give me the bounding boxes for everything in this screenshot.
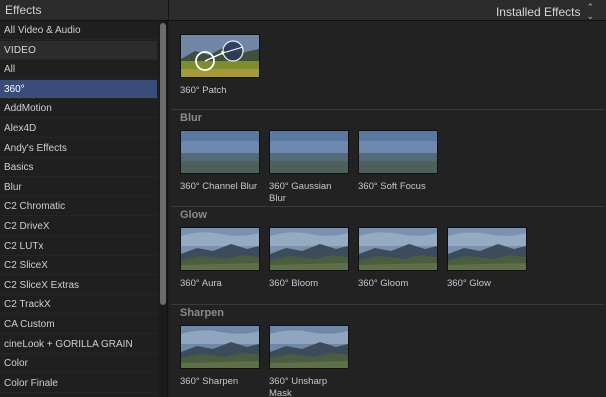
effect-tile-360-sharpen[interactable]: 360° Sharpen: [180, 325, 260, 388]
sidebar-item-all-video-audio[interactable]: All Video & Audio: [0, 21, 157, 40]
sidebar-section-video: VIDEO: [0, 40, 157, 60]
sidebar-item-color-finale[interactable]: Color Finale: [0, 374, 157, 393]
effect-tile-360-soft-focus[interactable]: 360° Soft Focus: [358, 130, 438, 193]
section-divider: [171, 304, 604, 305]
effect-tile-360-gaussian-blur[interactable]: 360° Gaussian Blur: [269, 130, 349, 205]
section-divider: [171, 109, 604, 110]
effect-label: 360° Aura: [180, 278, 222, 289]
effect-thumbnail: [180, 227, 260, 271]
panel-title: Effects: [5, 3, 42, 17]
effect-thumbnail: [180, 325, 260, 369]
effects-browser-header: Effects Installed Effects ⌃ ⌄: [0, 0, 606, 21]
effect-thumbnail: [358, 227, 438, 271]
section-title-glow: Glow: [180, 209, 207, 221]
effect-tile-360-unsharp-mask[interactable]: 360° Unsharp Mask: [269, 325, 349, 397]
effect-label: 360° Patch: [180, 85, 227, 96]
installed-effects-menu[interactable]: Installed Effects ⌃ ⌄: [496, 3, 594, 21]
sidebar-item-c2-lutx[interactable]: C2 LUTx: [0, 237, 157, 256]
sidebar-item-blur[interactable]: Blur: [0, 178, 157, 197]
effect-tile-360-gloom[interactable]: 360° Gloom: [358, 227, 438, 290]
section-divider: [171, 206, 604, 207]
effect-thumbnail: [447, 227, 527, 271]
effect-tile-360-bloom[interactable]: 360° Bloom: [269, 227, 349, 290]
category-sidebar: Color Finale Color cineLook + GORILLA GRAI…: [0, 21, 168, 397]
chevron-updown-icon: ⌃ ⌄: [586, 2, 594, 21]
effect-label: 360° Sharpen: [180, 376, 239, 387]
effect-tile-360-channel-blur[interactable]: 360° Channel Blur: [180, 130, 260, 193]
effect-label: 360° Glow: [447, 278, 491, 289]
effect-label: 360° Gloom: [358, 278, 409, 289]
sidebar-item-ca-custom[interactable]: CA Custom: [0, 315, 157, 334]
sidebar-item-360[interactable]: 360°: [0, 79, 157, 99]
header-divider: [168, 0, 169, 21]
effect-tile-360-patch[interactable]: 360° Patch: [180, 34, 260, 97]
sidebar-item-all[interactable]: All: [0, 60, 157, 80]
section-title-sharpen: Sharpen: [180, 307, 225, 319]
effects-grid: 360° Patch Blur 360° Channel Blur 360° Gaus…: [169, 21, 606, 397]
sidebar-item-basics[interactable]: Basics: [0, 158, 157, 178]
effect-label: 360° Channel Blur: [180, 181, 258, 192]
effect-label: 360° Soft Focus: [358, 181, 426, 192]
sidebar-item-addmotion[interactable]: AddMotion: [0, 99, 157, 119]
sidebar-item-color[interactable]: Color: [0, 354, 157, 374]
effect-thumbnail: [358, 130, 438, 174]
effect-label: 360° Bloom: [269, 278, 319, 289]
sidebar-item-c2-chromatic[interactable]: C2 Chromatic: [0, 197, 157, 217]
sidebar-item-c2-trackx[interactable]: C2 TrackX: [0, 295, 157, 315]
effect-thumbnail: [269, 227, 349, 271]
sidebar-item-andy-s-effects[interactable]: Andy's Effects: [0, 139, 157, 158]
installed-effects-menu-label: Installed Effects: [495, 5, 581, 19]
effect-label: 360° Unsharp Mask: [269, 376, 328, 397]
sidebar-scroll-thumb[interactable]: [160, 23, 166, 305]
effect-tile-360-glow[interactable]: 360° Glow: [447, 227, 527, 290]
sidebar-item-c2-slicex-extras[interactable]: C2 SliceX Extras: [0, 276, 157, 295]
effect-thumbnail: [180, 34, 260, 78]
sidebar-item-c2-slicex[interactable]: C2 SliceX: [0, 256, 157, 276]
effect-tile-360-aura[interactable]: 360° Aura: [180, 227, 260, 290]
effect-thumbnail: [269, 325, 349, 369]
effect-thumbnail: [269, 130, 349, 174]
section-title-blur: Blur: [180, 112, 202, 124]
sidebar-item-alex4d[interactable]: Alex4D: [0, 119, 157, 138]
sidebar-item-cinelook-gorilla-grain[interactable]: cineLook + GORILLA GRAIN: [0, 335, 157, 354]
effect-label: 360° Gaussian Blur: [269, 181, 332, 204]
effect-thumbnail: [180, 130, 260, 174]
sidebar-item-c2-drivex[interactable]: C2 DriveX: [0, 217, 157, 236]
